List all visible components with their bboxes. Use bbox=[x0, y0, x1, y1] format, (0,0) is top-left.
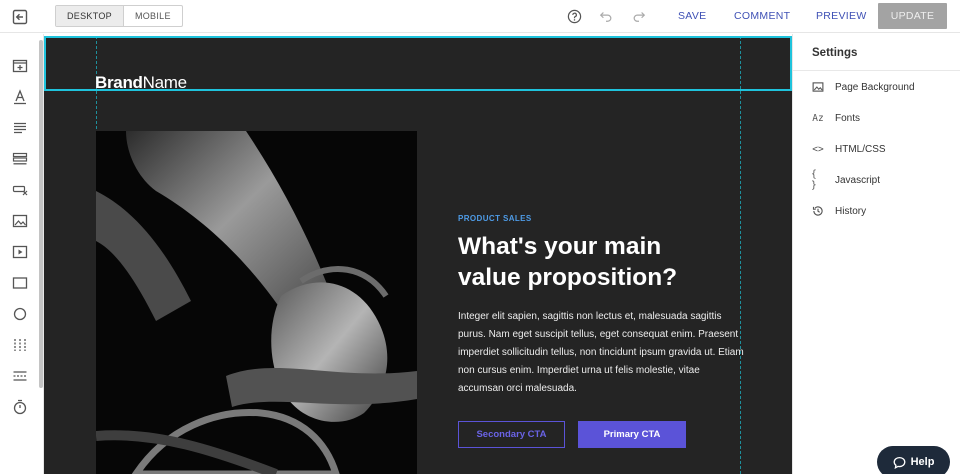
code-icon: <> bbox=[812, 143, 824, 155]
image-icon bbox=[811, 80, 825, 94]
settings-item-history[interactable]: History bbox=[811, 203, 866, 219]
brand-name-bold: Brand bbox=[95, 73, 143, 92]
comment-button[interactable]: COMMENT bbox=[734, 10, 790, 22]
circle-icon[interactable] bbox=[11, 305, 29, 323]
device-toggle: DESKTOP MOBILE bbox=[55, 5, 183, 27]
settings-item-label: History bbox=[835, 205, 867, 217]
settings-item-label: Javascript bbox=[835, 174, 881, 186]
toolbar-scrollbar[interactable] bbox=[39, 40, 43, 388]
history-icon bbox=[811, 204, 825, 218]
settings-item-page-background[interactable]: Page Background bbox=[811, 79, 915, 95]
editor-canvas: BrandName PRODUCT SALES What's your main… bbox=[44, 36, 792, 474]
undo-icon[interactable] bbox=[598, 8, 614, 24]
redo-icon[interactable] bbox=[631, 8, 647, 24]
secondary-cta-button[interactable]: Secondary CTA bbox=[458, 421, 565, 448]
eyebrow-text[interactable]: PRODUCT SALES bbox=[458, 214, 532, 223]
headline-line-1: What's your main bbox=[458, 233, 662, 260]
desktop-toggle-button[interactable]: DESKTOP bbox=[56, 6, 124, 26]
body-text[interactable]: Integer elit sapien, sagittis non lectus… bbox=[458, 308, 748, 398]
top-bar: DESKTOP MOBILE SAVE COMMENT PREVIEW UPDA… bbox=[0, 0, 960, 33]
mobile-toggle-button[interactable]: MOBILE bbox=[124, 6, 182, 26]
settings-item-label: Fonts bbox=[835, 112, 861, 124]
headline-line-2: value proposition? bbox=[458, 264, 678, 291]
form-icon[interactable] bbox=[11, 181, 29, 199]
brand-name-regular: Name bbox=[142, 73, 187, 92]
video-icon[interactable] bbox=[11, 243, 29, 261]
help-circle-icon[interactable] bbox=[566, 8, 582, 24]
primary-cta-button[interactable]: Primary CTA bbox=[578, 421, 686, 448]
box-icon[interactable] bbox=[11, 274, 29, 292]
settings-item-javascript[interactable]: { } Javascript bbox=[811, 169, 881, 191]
help-button[interactable]: Help bbox=[877, 446, 950, 474]
preview-button[interactable]: PREVIEW bbox=[816, 10, 867, 22]
settings-item-label: Page Background bbox=[835, 81, 915, 93]
brand-logo[interactable]: BrandName bbox=[95, 73, 187, 93]
divider-icon[interactable] bbox=[11, 367, 29, 385]
timer-icon[interactable] bbox=[11, 398, 29, 416]
image-icon[interactable] bbox=[11, 212, 29, 230]
settings-panel: Settings Page Background Az Fonts <> HTM… bbox=[792, 34, 960, 474]
page-editor: DESKTOP MOBILE SAVE COMMENT PREVIEW UPDA… bbox=[0, 0, 960, 474]
settings-item-label: HTML/CSS bbox=[835, 143, 886, 155]
exit-icon[interactable] bbox=[10, 7, 30, 27]
paragraph-icon[interactable] bbox=[11, 119, 29, 137]
text-icon[interactable] bbox=[11, 88, 29, 106]
cyclist-hands-photo[interactable] bbox=[96, 131, 417, 474]
headline[interactable]: What's your main value proposition? bbox=[458, 231, 758, 293]
settings-item-html-css[interactable]: <> HTML/CSS bbox=[811, 141, 886, 157]
save-button[interactable]: SAVE bbox=[678, 10, 706, 22]
chat-icon bbox=[893, 456, 906, 469]
settings-title: Settings bbox=[812, 47, 858, 59]
settings-item-fonts[interactable]: Az Fonts bbox=[811, 110, 860, 126]
section-icon[interactable] bbox=[11, 57, 29, 75]
list-icon[interactable] bbox=[11, 150, 29, 168]
settings-divider bbox=[793, 70, 960, 71]
update-button[interactable]: UPDATE bbox=[878, 3, 947, 29]
braces-icon: { } bbox=[811, 169, 817, 191]
fonts-icon: Az bbox=[812, 112, 824, 124]
columns-icon[interactable] bbox=[11, 336, 29, 354]
element-toolbar bbox=[0, 34, 44, 474]
help-label: Help bbox=[910, 456, 935, 468]
